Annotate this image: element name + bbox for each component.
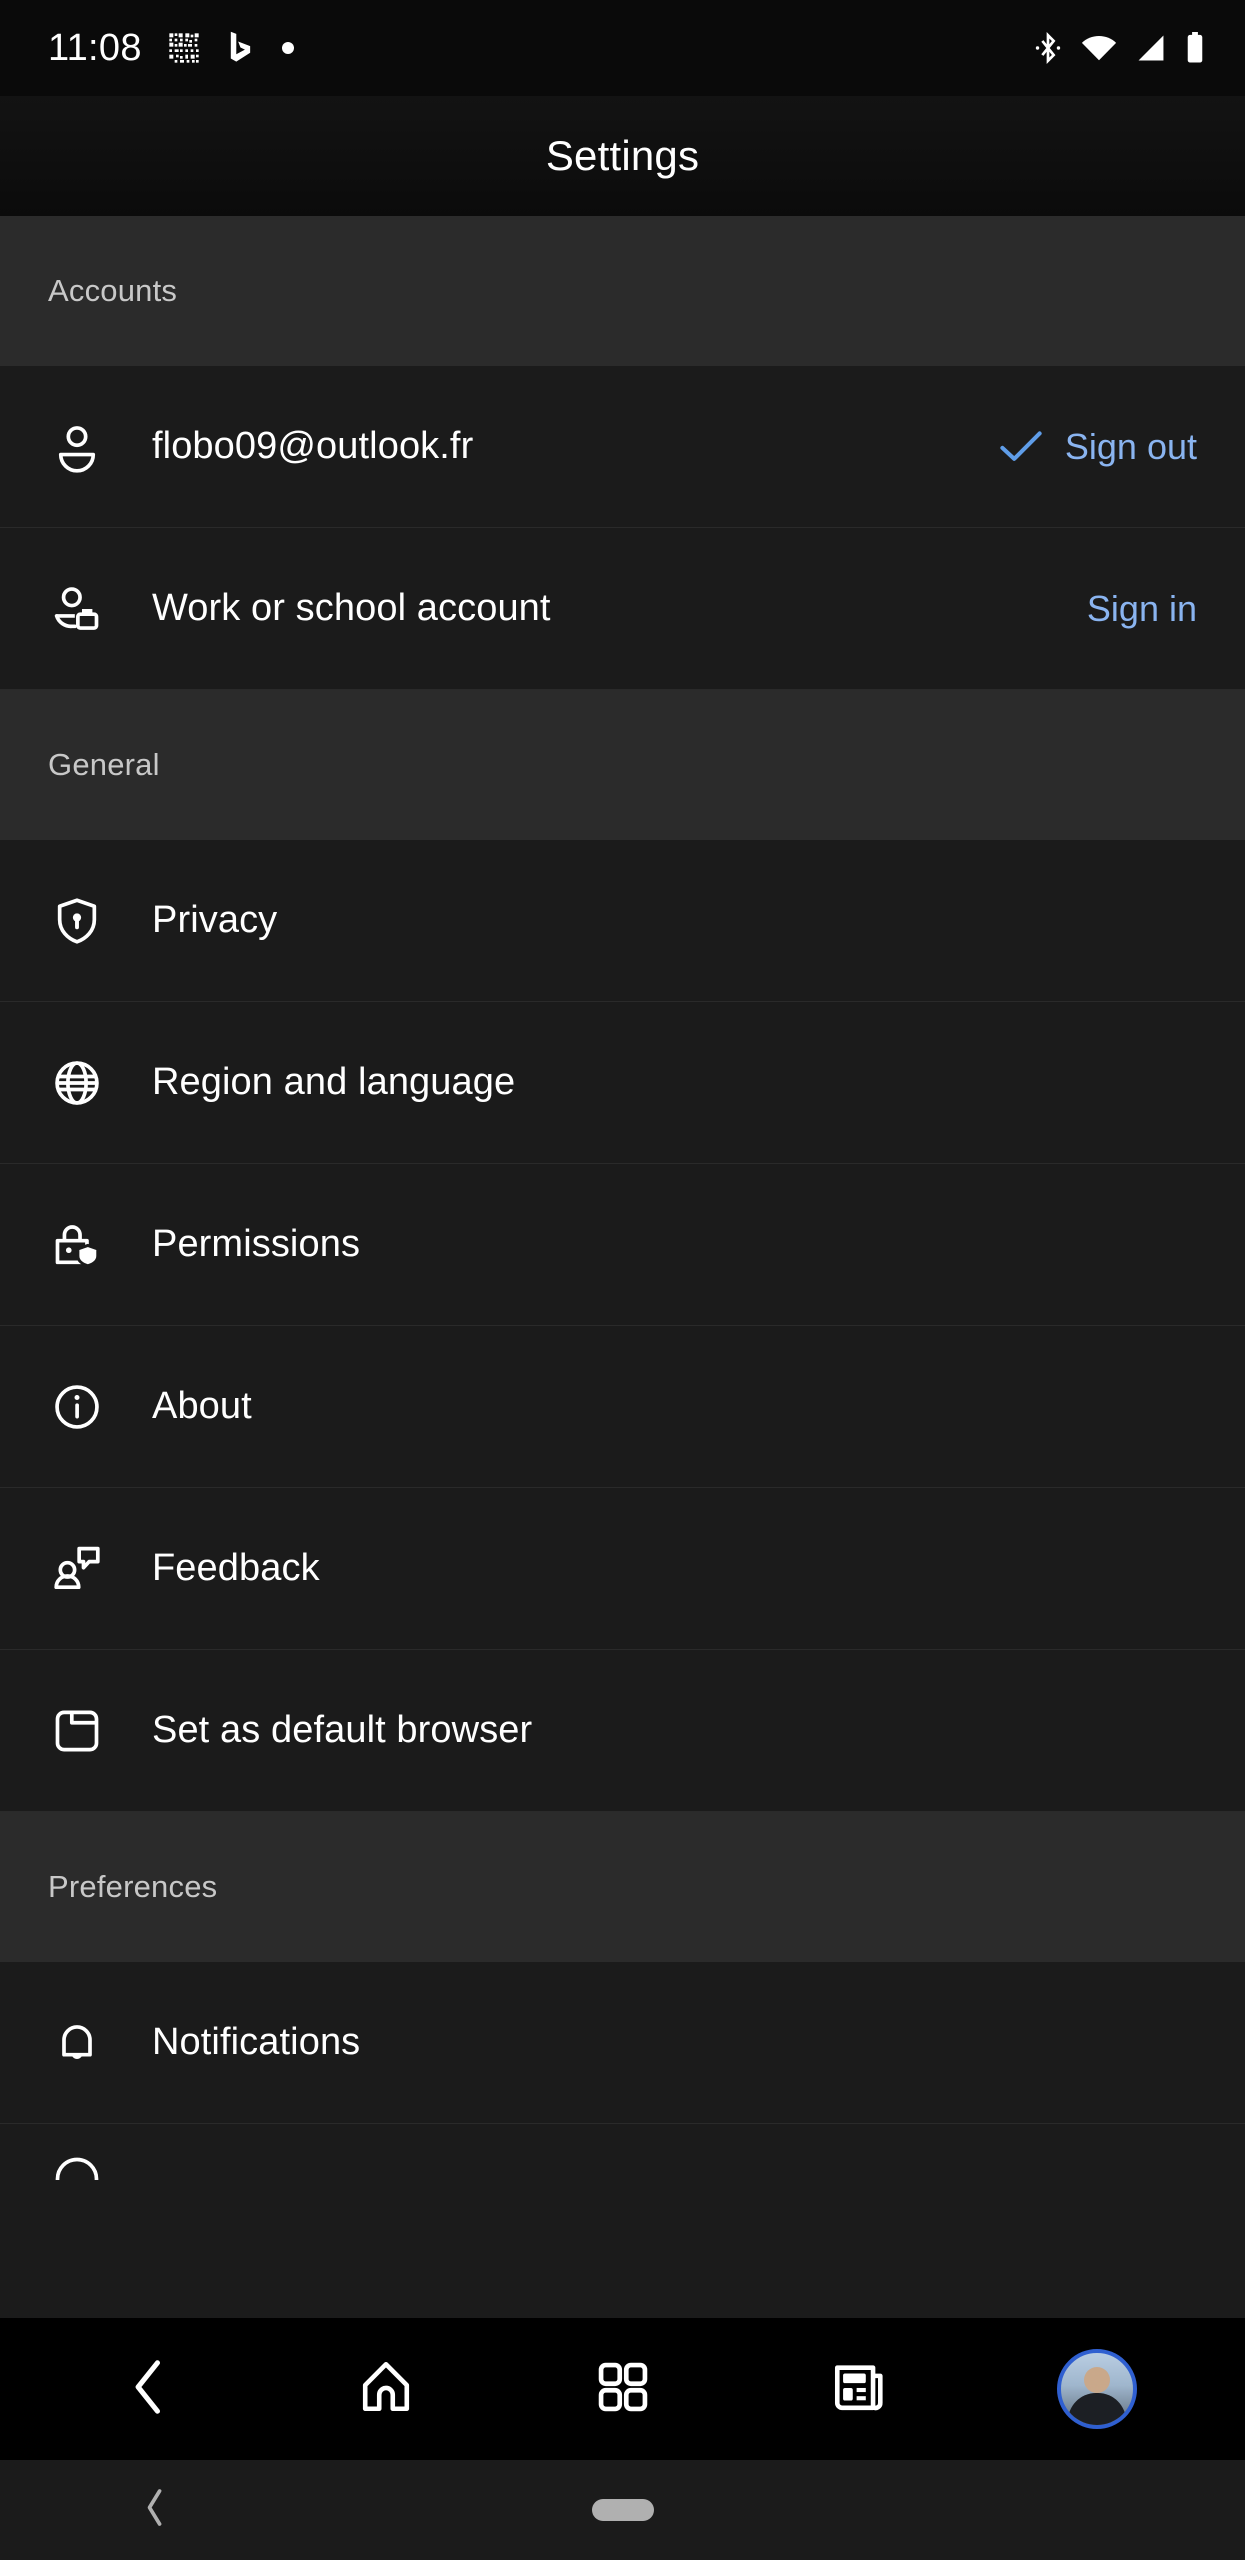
person-briefcase-icon xyxy=(48,580,106,638)
bell-icon xyxy=(48,2014,106,2072)
settings-row-privacy[interactable]: Privacy xyxy=(0,840,1245,1002)
nav-news-button[interactable] xyxy=(800,2329,920,2449)
system-nav-bar[interactable] xyxy=(0,2460,1245,2560)
sign-out-action[interactable]: Sign out xyxy=(999,426,1197,468)
system-home-pill[interactable] xyxy=(591,2499,654,2521)
settings-row-default-browser[interactable]: Set as default browser xyxy=(0,1650,1245,1812)
row-label: flobo09@outlook.fr xyxy=(152,425,474,467)
check-icon xyxy=(1000,430,1042,461)
shield-lock-icon xyxy=(48,892,106,950)
nav-back-button[interactable] xyxy=(89,2329,209,2449)
settings-list[interactable]: Accounts flobo09@outlook.fr Sign out Wor… xyxy=(0,216,1245,2318)
home-icon xyxy=(357,2358,415,2421)
section-header-accounts: Accounts xyxy=(0,216,1245,366)
system-back-chevron-icon[interactable] xyxy=(142,2486,168,2535)
status-bar-right xyxy=(1033,31,1205,65)
sign-out-label[interactable]: Sign out xyxy=(1065,426,1197,468)
news-icon xyxy=(831,2358,889,2421)
settings-row-about[interactable]: About xyxy=(0,1326,1245,1488)
settings-row-account-email[interactable]: flobo09@outlook.fr Sign out xyxy=(0,366,1245,528)
person-icon xyxy=(48,418,106,476)
battery-icon xyxy=(1185,32,1205,64)
row-label: Feedback xyxy=(152,1547,320,1589)
globe-icon xyxy=(48,1054,106,1112)
avatar[interactable] xyxy=(1056,2349,1137,2429)
wifi-icon xyxy=(1081,34,1117,62)
nav-apps-button[interactable] xyxy=(563,2329,683,2449)
section-header-preferences: Preferences xyxy=(0,1812,1245,1962)
section-label: General xyxy=(48,747,160,782)
nav-profile-button[interactable] xyxy=(1037,2329,1157,2449)
lock-shield-icon xyxy=(48,1216,106,1274)
nav-home-button[interactable] xyxy=(326,2329,446,2449)
row-label: Region and language xyxy=(152,1061,516,1103)
row-label: Permissions xyxy=(152,1223,361,1265)
grid-apps-icon xyxy=(595,2359,651,2420)
section-label: Accounts xyxy=(48,273,178,308)
settings-row-feedback[interactable]: Feedback xyxy=(0,1488,1245,1650)
row-label: Privacy xyxy=(152,899,278,941)
settings-row-partial-cutoff[interactable] xyxy=(0,2124,1245,2180)
bottom-nav-bar[interactable] xyxy=(0,2318,1245,2460)
app-title-bar: Settings xyxy=(0,96,1245,216)
status-bar-left: 11:08 xyxy=(48,27,294,70)
sign-in-label[interactable]: Sign in xyxy=(1087,588,1197,630)
status-clock: 11:08 xyxy=(48,26,142,69)
row-label: About xyxy=(152,1385,252,1427)
page-title: Settings xyxy=(545,132,700,179)
section-header-general: General xyxy=(0,690,1245,840)
phone-screen: 11:08 Settings Accounts flobo09@outlook.… xyxy=(0,0,1245,2560)
status-bar: 11:08 xyxy=(0,0,1245,96)
dot-icon xyxy=(281,42,294,54)
back-chevron-icon xyxy=(125,2358,173,2421)
row-label: Notifications xyxy=(152,2021,361,2063)
row-label: Set as default browser xyxy=(152,1709,533,1751)
qr-code-icon xyxy=(168,32,200,64)
settings-row-notifications[interactable]: Notifications xyxy=(0,1962,1245,2124)
browser-window-icon xyxy=(48,1702,106,1760)
bing-logo-icon xyxy=(226,31,256,65)
settings-row-work-account[interactable]: Work or school account Sign in xyxy=(0,528,1245,690)
section-label: Preferences xyxy=(48,1869,218,1904)
partial-icon xyxy=(48,2150,106,2180)
sign-in-action[interactable]: Sign in xyxy=(1087,588,1197,630)
row-label: Work or school account xyxy=(152,587,551,629)
feedback-person-icon xyxy=(48,1540,106,1598)
info-circle-icon xyxy=(48,1378,106,1436)
cellular-signal-icon xyxy=(1135,34,1167,62)
settings-row-region-language[interactable]: Region and language xyxy=(0,1002,1245,1164)
bluetooth-icon xyxy=(1033,31,1063,65)
settings-row-permissions[interactable]: Permissions xyxy=(0,1164,1245,1326)
